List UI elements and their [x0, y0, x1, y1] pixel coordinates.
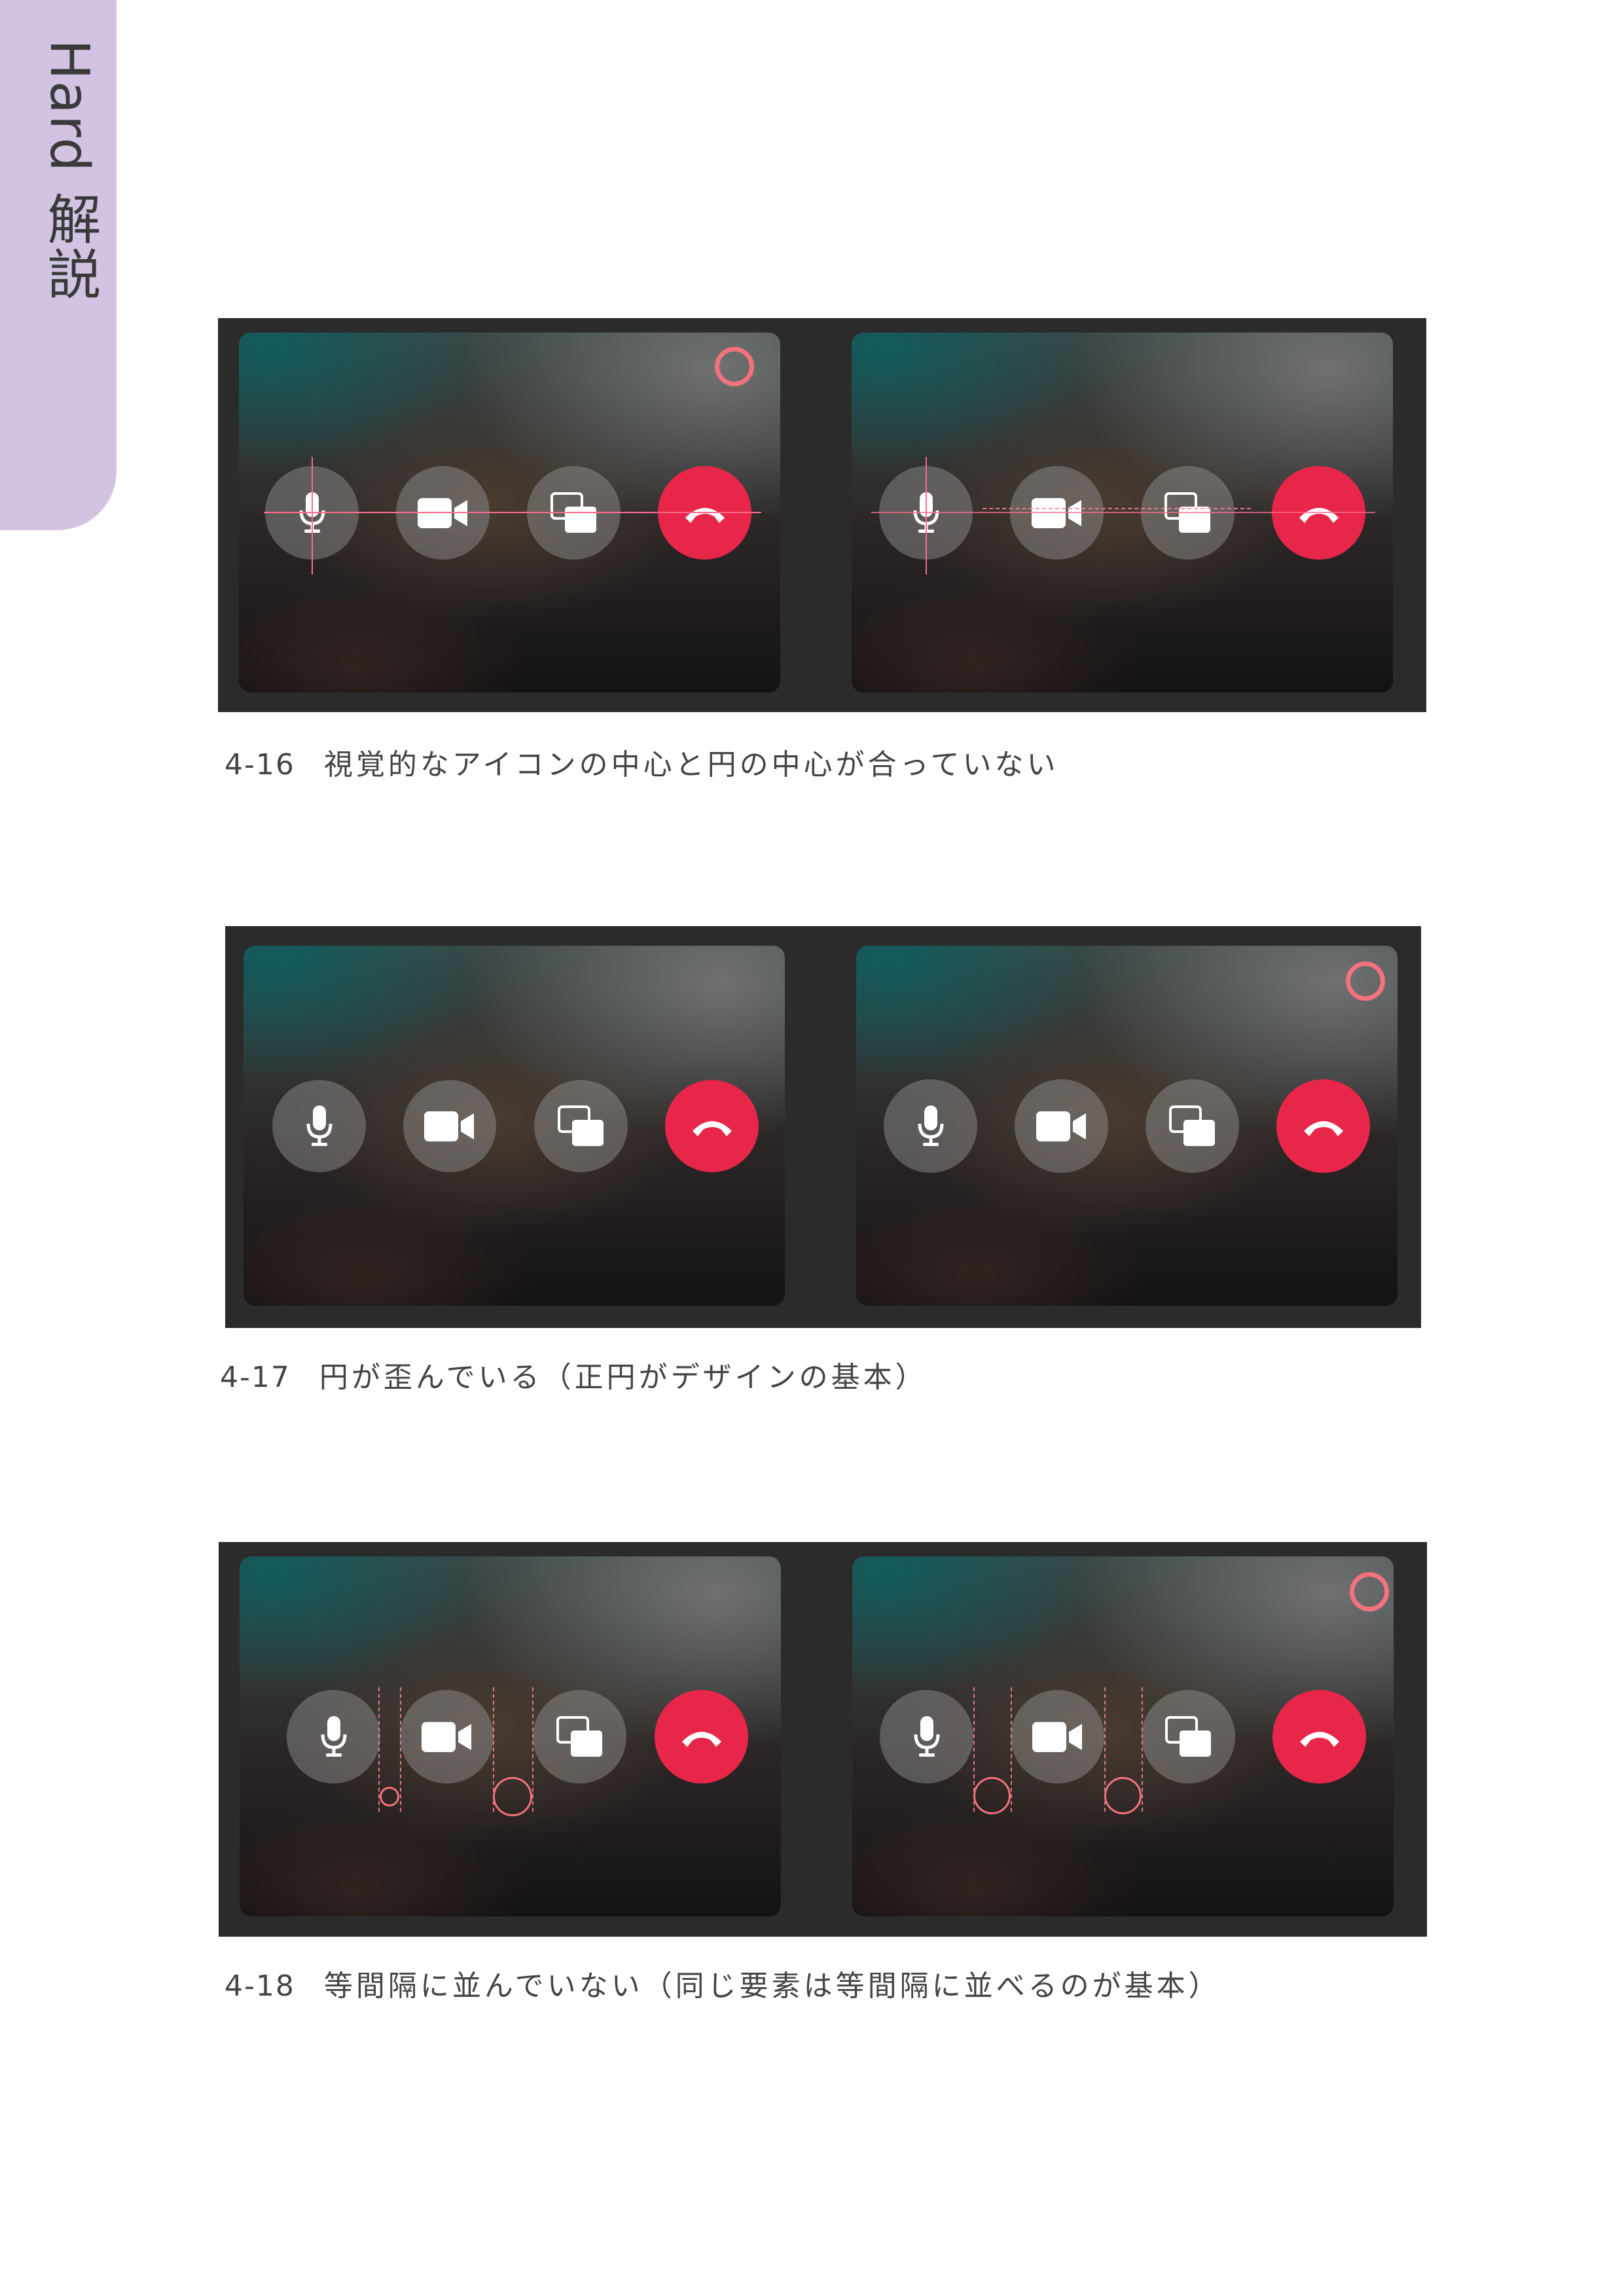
figure-caption-text: 視覚的なアイコンの中心と円の中心が合っていない: [323, 748, 1059, 781]
call-screen-incorrect: [240, 1556, 781, 1916]
screen-share-button[interactable]: [1146, 1079, 1239, 1173]
video-button[interactable]: [1015, 1079, 1108, 1173]
figure-4-16: [218, 318, 1426, 712]
video-button[interactable]: [403, 1080, 496, 1172]
gap-indicator: [1104, 1777, 1142, 1814]
video-icon: [1032, 1721, 1082, 1752]
figure-4-18: [219, 1542, 1427, 1937]
correct-marker-circle: [1346, 961, 1385, 1001]
correct-marker-circle: [1350, 1572, 1389, 1611]
mic-button[interactable]: [287, 1690, 380, 1784]
end-call-button[interactable]: [665, 1080, 759, 1172]
gap-indicator-small: [380, 1787, 399, 1806]
hang-up-icon: [1303, 1121, 1343, 1136]
gap-indicator: [973, 1777, 1011, 1814]
end-call-button[interactable]: [655, 1690, 748, 1784]
figure-4-17: [225, 926, 1421, 1328]
figure-caption: 4-17 円が歪んでいる（正円がデザインの基本）: [220, 1354, 928, 1395]
end-call-button[interactable]: [1272, 1690, 1366, 1784]
call-screen-correct: [856, 946, 1398, 1306]
spacing-guide: [1011, 1687, 1012, 1812]
mic-button[interactable]: [884, 1079, 977, 1173]
figure-number: 4-17: [220, 1361, 291, 1394]
video-icon: [421, 1721, 471, 1752]
call-screen-incorrect: [239, 332, 780, 692]
figure-number: 4-18: [225, 1969, 295, 2003]
center-guide-horizontal: [264, 512, 761, 513]
spacing-guide: [532, 1687, 533, 1812]
correct-marker-circle: [715, 347, 754, 386]
screen-share-icon: [1168, 1105, 1215, 1146]
figure-caption: 4-16 視覚的なアイコンの中心と円の中心が合っていない: [225, 741, 1058, 783]
chapter-side-tab-label: Hard 解説: [38, 39, 100, 302]
center-guide-horizontal: [871, 512, 1375, 513]
figure-caption: 4-18 等間隔に並んでいない（同じ要素は等間隔に並べるのが基本）: [225, 1962, 1221, 2004]
call-screen-incorrect: [244, 946, 785, 1306]
end-call-button[interactable]: [1276, 1079, 1370, 1173]
spacing-guide: [378, 1687, 380, 1812]
center-guide-vertical: [312, 457, 313, 575]
hang-up-icon: [692, 1121, 732, 1136]
screen-share-button[interactable]: [1142, 1690, 1235, 1784]
video-icon: [1036, 1111, 1086, 1141]
screen-share-icon: [1164, 1715, 1211, 1757]
mic-icon: [321, 1715, 346, 1757]
spacing-guide: [400, 1687, 401, 1812]
mic-button[interactable]: [272, 1080, 366, 1172]
screen-share-icon: [556, 1715, 602, 1757]
screen-share-icon: [557, 1105, 604, 1146]
hang-up-icon: [681, 1731, 721, 1747]
center-guide-dashed: [983, 508, 1251, 509]
figure-caption-text: 等間隔に並んでいない（同じ要素は等間隔に並べるのが基本）: [323, 1969, 1221, 2003]
video-icon: [424, 1111, 474, 1141]
hang-up-icon: [1299, 1731, 1339, 1747]
mic-icon: [306, 1105, 332, 1146]
call-screen-correct: [852, 1556, 1394, 1916]
call-screen-correct: [852, 332, 1393, 692]
spacing-guide: [1142, 1687, 1143, 1812]
center-guide-vertical: [926, 457, 927, 575]
mic-button[interactable]: [880, 1690, 973, 1784]
mic-icon: [918, 1105, 943, 1146]
video-button[interactable]: [1011, 1690, 1104, 1784]
video-button[interactable]: [400, 1690, 494, 1784]
mic-icon: [914, 1715, 939, 1757]
screen-share-button[interactable]: [533, 1690, 626, 1784]
chapter-side-tab: Hard 解説: [0, 0, 117, 530]
figure-caption-text: 円が歪んでいる（正円がデザインの基本）: [319, 1361, 928, 1394]
figure-number: 4-16: [225, 748, 295, 781]
gap-indicator-large: [493, 1777, 532, 1816]
screen-share-button[interactable]: [534, 1080, 628, 1172]
